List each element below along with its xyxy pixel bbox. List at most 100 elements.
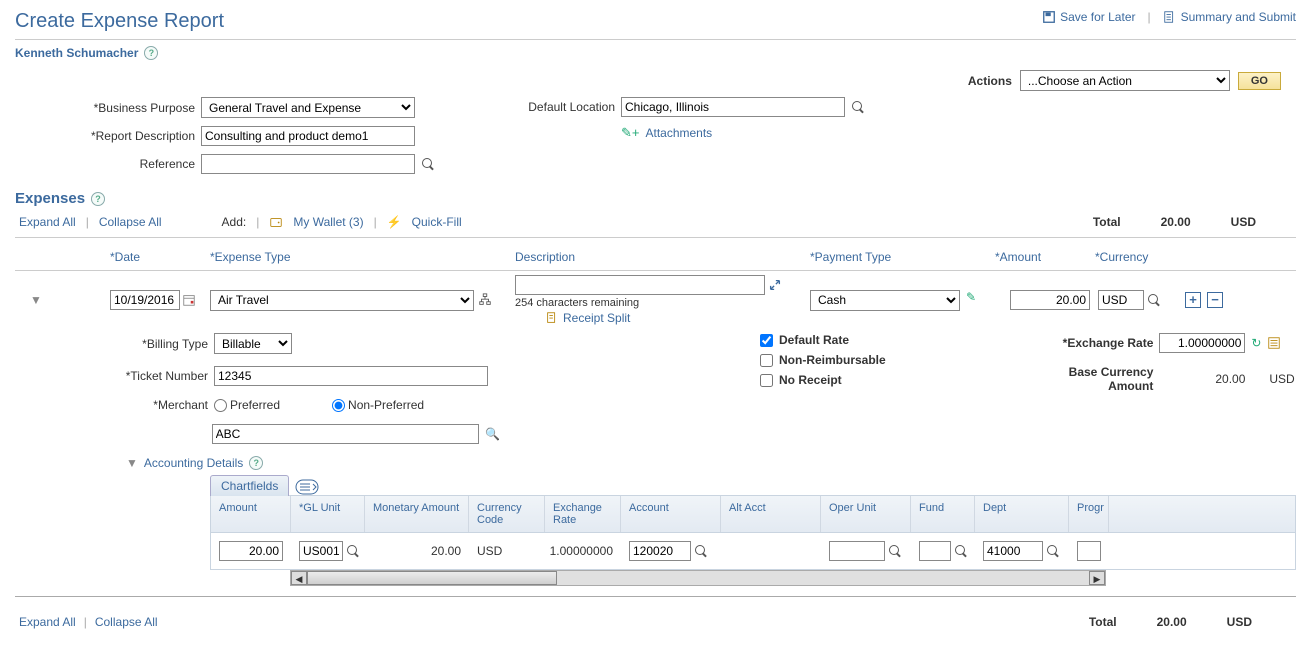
footer-collapse-all[interactable]: Collapse All — [95, 615, 158, 629]
quickfill-icon: ⚡ — [387, 215, 402, 229]
summary-submit-link[interactable]: Summary and Submit — [1163, 10, 1296, 24]
ch-monetary: Monetary Amount — [365, 496, 469, 532]
help-icon[interactable]: ? — [91, 192, 105, 206]
non-reimbursable-checkbox[interactable] — [760, 354, 773, 367]
refresh-icon[interactable]: ↻ — [1251, 336, 1261, 350]
lookup-icon[interactable] — [954, 544, 967, 558]
default-rate-checkbox[interactable] — [760, 334, 773, 347]
lookup-icon[interactable] — [346, 544, 357, 558]
col-currency: Currency — [1095, 250, 1190, 264]
save-for-later-link[interactable]: Save for Later — [1042, 10, 1135, 24]
default-location-input[interactable] — [621, 97, 845, 117]
ch-amount: Amount — [211, 496, 291, 532]
expand-icon[interactable] — [768, 278, 782, 292]
business-purpose-select[interactable]: General Travel and Expense — [201, 97, 415, 118]
my-wallet-link[interactable]: My Wallet (3) — [293, 215, 363, 229]
footer-total-currency: USD — [1227, 615, 1252, 629]
lookup-icon[interactable] — [888, 544, 902, 558]
scroll-thumb[interactable] — [307, 571, 557, 585]
cf-monetary-value: 20.00 — [431, 544, 461, 558]
header-actions: Save for Later | Summary and Submit — [1042, 10, 1296, 24]
col-date: Date — [110, 250, 210, 264]
collapse-icon[interactable]: ▼ — [126, 456, 138, 470]
calendar-icon[interactable] — [182, 293, 196, 307]
show-all-tabs-icon[interactable] — [295, 479, 319, 495]
cf-amount-input[interactable] — [219, 541, 283, 561]
footer-expand-all[interactable]: Expand All — [19, 615, 76, 629]
base-currency-value: 20.00 — [1159, 372, 1245, 386]
no-receipt-checkbox[interactable] — [760, 374, 773, 387]
ch-program: Progr — [1069, 496, 1109, 532]
scroll-left-arrow[interactable]: ◀ — [291, 571, 307, 585]
cf-account-input[interactable] — [629, 541, 691, 561]
lookup-icon[interactable] — [1046, 544, 1060, 558]
attachments-link[interactable]: Attachments — [645, 126, 712, 140]
base-currency-code: USD — [1269, 372, 1294, 386]
payment-type-select[interactable]: Cash — [810, 290, 960, 311]
add-row-button[interactable]: + — [1185, 292, 1201, 308]
help-icon[interactable]: ? — [144, 46, 158, 60]
expand-all-link[interactable]: Expand All — [19, 215, 76, 229]
expense-type-select[interactable]: Air Travel — [210, 290, 474, 311]
exchange-rate-input[interactable] — [1159, 333, 1245, 353]
receipt-icon — [545, 311, 559, 325]
merchant-action-icon[interactable]: 🔍 — [485, 427, 500, 441]
quick-fill-link[interactable]: Quick-Fill — [412, 215, 462, 229]
report-description-label: Report Description — [35, 129, 195, 143]
amount-input[interactable] — [1010, 290, 1090, 310]
no-receipt-label: No Receipt — [779, 373, 842, 387]
wallet-icon — [269, 215, 283, 229]
default-location-label: Default Location — [495, 100, 615, 114]
date-input[interactable] — [110, 290, 180, 310]
actions-select[interactable]: ...Choose an Action — [1020, 70, 1230, 91]
cf-oper-unit-input[interactable] — [829, 541, 885, 561]
user-name-row: Kenneth Schumacher ? — [15, 46, 1296, 60]
ch-exchange-rate: Exchange Rate — [545, 496, 621, 532]
preferred-radio[interactable]: Preferred — [214, 398, 280, 412]
edit-icon[interactable]: ✎ — [966, 290, 976, 304]
cf-fund-input[interactable] — [919, 541, 951, 561]
horizontal-scrollbar[interactable]: ◀ ▶ — [290, 570, 1106, 586]
actions-row: Actions ...Choose an Action GO — [15, 70, 1296, 91]
report-description-input[interactable] — [201, 126, 415, 146]
lookup-icon[interactable] — [1147, 293, 1161, 307]
ticket-number-label: Ticket Number — [110, 369, 208, 383]
summary-icon — [1163, 10, 1177, 24]
reference-input[interactable] — [201, 154, 415, 174]
collapse-all-link[interactable]: Collapse All — [99, 215, 162, 229]
add-label: Add: — [222, 215, 247, 229]
expenses-section-header: Expenses ? — [15, 190, 1296, 207]
description-input[interactable] — [515, 275, 765, 295]
ch-oper-unit: Oper Unit — [821, 496, 911, 532]
billing-type-select[interactable]: Billable — [214, 333, 292, 354]
lookup-icon[interactable] — [851, 100, 865, 114]
non-reimbursable-label: Non-Reimbursable — [779, 353, 886, 367]
ticket-number-input[interactable] — [214, 366, 488, 386]
base-currency-label: Base Currency Amount — [1023, 365, 1153, 393]
cf-program-input[interactable] — [1077, 541, 1101, 561]
default-rate-label: Default Rate — [779, 333, 849, 347]
non-preferred-radio[interactable]: Non-Preferred — [332, 398, 424, 412]
scroll-right-arrow[interactable]: ▶ — [1089, 571, 1105, 585]
cf-gl-input[interactable] — [299, 541, 343, 561]
lookup-icon[interactable] — [421, 157, 435, 171]
ch-fund: Fund — [911, 496, 975, 532]
currency-input[interactable] — [1098, 290, 1144, 310]
business-purpose-label: Business Purpose — [35, 101, 195, 115]
total-label: Total — [1093, 215, 1121, 229]
expand-row-toggle-icon[interactable]: ▼ — [30, 293, 42, 307]
receipt-split-link[interactable]: Receipt Split — [563, 311, 630, 325]
lookup-icon[interactable] — [694, 544, 708, 558]
cf-dept-input[interactable] — [983, 541, 1043, 561]
delete-row-button[interactable]: − — [1207, 292, 1223, 308]
go-button[interactable]: GO — [1238, 72, 1281, 90]
hierarchy-icon[interactable] — [478, 293, 492, 307]
cf-exchange-rate: 1.00000000 — [550, 544, 613, 558]
footer-total-label: Total — [1089, 615, 1117, 629]
actions-label: Actions — [968, 74, 1012, 88]
ch-dept: Dept — [975, 496, 1069, 532]
help-icon[interactable]: ? — [249, 456, 263, 470]
rate-detail-icon[interactable] — [1267, 336, 1281, 350]
merchant-input[interactable] — [212, 424, 479, 444]
chartfields-tab[interactable]: Chartfields — [210, 475, 289, 496]
